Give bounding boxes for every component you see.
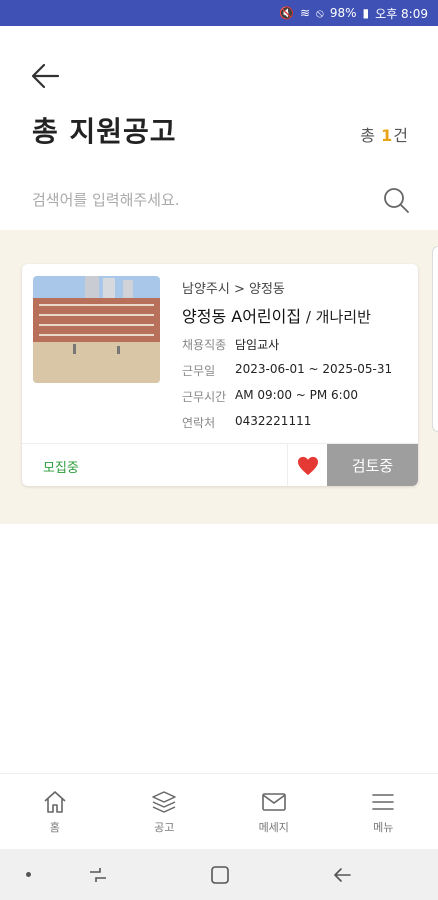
job-region: 남양주시 > 양정동 <box>182 282 285 297</box>
nav-home-label: 홈 <box>49 821 60 834</box>
nav-home[interactable]: 홈 <box>0 774 110 848</box>
job-card[interactable]: 남양주시 > 양정동 양정동 A어린이집 / 개나리반 채용직종 담임교사 근무… <box>22 264 418 486</box>
job-info: 남양주시 > 양정동 양정동 A어린이집 / 개나리반 채용직종 담임교사 근무… <box>182 278 408 431</box>
center-photo <box>33 276 160 383</box>
no-disturb-icon: ⦸ <box>316 5 324 20</box>
home-square-icon[interactable] <box>208 863 232 887</box>
mail-icon <box>261 793 286 811</box>
total-suffix: 건 <box>393 126 408 145</box>
info-label: 채용직종 <box>182 338 227 352</box>
nav-menu[interactable]: 메뉴 <box>329 774 438 848</box>
back-icon[interactable] <box>330 863 354 887</box>
total-count: 총 1건 <box>360 122 408 146</box>
battery-icon: ▮ <box>362 6 370 20</box>
review-status-button[interactable]: 검토중 <box>327 444 418 486</box>
page-title: 총 지원공고 <box>32 115 177 148</box>
search-bar <box>32 180 412 220</box>
bottom-nav: 홈 공고 메세지 메뉴 <box>0 773 438 848</box>
info-value: 2023-06-01 ~ 2025-05-31 <box>235 362 393 376</box>
search-icon[interactable] <box>382 186 410 214</box>
info-value: AM 09:00 ~ PM 6:00 <box>235 388 358 402</box>
center-name-text: 양정동 A어린이집 <box>182 307 302 326</box>
info-label: 근무시간 <box>182 390 227 404</box>
favorite-button[interactable] <box>287 444 327 486</box>
home-icon <box>44 791 66 813</box>
info-value: 담임교사 <box>235 338 280 352</box>
status-bar: 🔇 ≋ ⦸ 98% ▮ 오후 8:09 <box>0 0 438 26</box>
scroll-handle[interactable] <box>432 246 438 432</box>
total-number: 1 <box>381 126 393 145</box>
recruit-status: 모집중 <box>43 461 79 476</box>
search-input[interactable] <box>32 180 372 220</box>
info-row: 근무일 2023-06-01 ~ 2025-05-31 <box>182 362 408 379</box>
heart-icon <box>297 456 318 475</box>
mute-icon: 🔇 <box>279 6 294 20</box>
total-prefix: 총 <box>360 126 376 145</box>
layers-icon <box>152 791 176 813</box>
info-row: 채용직종 담임교사 <box>182 336 408 353</box>
clock: 오후 8:09 <box>375 6 428 21</box>
info-row: 연락처 0432221111 <box>182 414 408 431</box>
nav-jobs-label: 공고 <box>154 821 175 834</box>
info-row: 근무시간 AM 09:00 ~ PM 6:00 <box>182 388 408 405</box>
back-arrow-icon[interactable] <box>28 58 64 94</box>
center-name: 양정동 A어린이집 / 개나리반 <box>182 303 408 327</box>
info-label: 근무일 <box>182 364 216 378</box>
nav-menu-label: 메뉴 <box>373 821 394 834</box>
info-value: 0432221111 <box>235 414 312 428</box>
nav-messages[interactable]: 메세지 <box>219 774 329 848</box>
class-name: / 개나리반 <box>301 308 371 326</box>
menu-icon <box>372 794 395 810</box>
battery-level: 98% <box>329 6 357 20</box>
info-label: 연락처 <box>182 416 216 430</box>
wifi-icon: ≋ <box>299 6 311 20</box>
recent-apps-icon[interactable] <box>86 863 110 887</box>
nav-messages-label: 메세지 <box>258 821 289 834</box>
system-nav-bar <box>0 849 438 900</box>
nav-jobs[interactable]: 공고 <box>110 774 220 848</box>
card-footer: 모집중 검토중 <box>22 443 418 486</box>
nav-dot-icon <box>26 872 31 877</box>
